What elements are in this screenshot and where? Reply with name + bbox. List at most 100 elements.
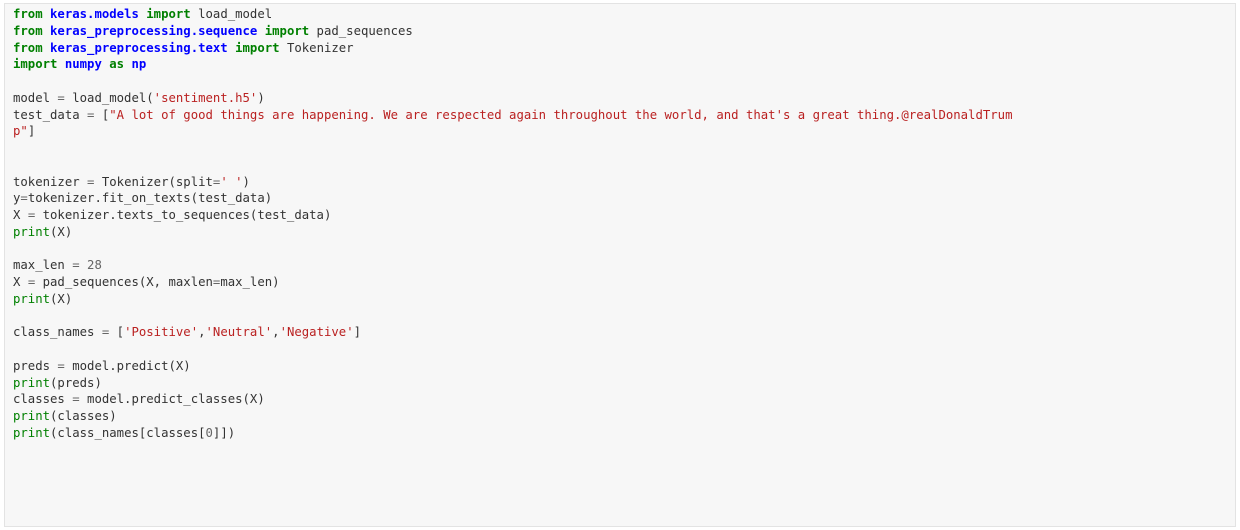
code-token: print: [13, 224, 51, 239]
code-token: X: [13, 208, 28, 222]
code-token: pad_sequences(X, maxlen: [35, 275, 213, 289]
code-token: =: [20, 191, 28, 206]
code-token: max_len): [220, 275, 280, 289]
code-token: (X): [50, 224, 73, 239]
code-cell[interactable]: from keras.models import load_model from …: [4, 3, 1236, 527]
code-token: 'Neutral': [205, 325, 273, 340]
code-line: X = tokenizer.texts_to_sequences(test_da…: [13, 207, 1235, 224]
code-line: tokenizer = Tokenizer(split=' '): [13, 174, 1235, 191]
code-line: ​: [13, 157, 1235, 174]
code-token: print: [13, 425, 51, 440]
code-token: numpy: [64, 57, 102, 72]
code-token: 'Positive': [124, 325, 199, 340]
code-token: pad_sequences: [309, 23, 413, 38]
code-line: ​: [13, 140, 1235, 157]
code-token: (preds): [50, 375, 102, 390]
code-token: ): [242, 174, 250, 189]
code-token: import: [146, 7, 191, 21]
code-token: (class_names[classes[: [50, 425, 206, 440]
code-line: print(classes): [13, 408, 1235, 425]
code-token: model.predict(X): [64, 358, 191, 373]
code-line: classes = model.predict_classes(X): [13, 391, 1235, 408]
code-line: print(X): [13, 224, 1235, 241]
code-token: =: [57, 90, 65, 105]
code-token: 0: [205, 425, 213, 440]
code-token: model.predict_classes(X): [79, 392, 265, 407]
code-token: preds: [13, 358, 58, 373]
code-token: =: [57, 358, 65, 373]
code-line: import numpy as np: [13, 56, 1235, 73]
code-token: classes: [13, 392, 73, 407]
code-token: print: [13, 409, 51, 423]
code-token: max_len: [13, 258, 73, 273]
code-token: ,: [272, 325, 280, 340]
code-line: print(preds): [13, 375, 1235, 392]
code-token: class_names: [13, 325, 102, 340]
code-line: X = pad_sequences(X, maxlen=max_len): [13, 274, 1235, 291]
code-token: import: [264, 23, 310, 38]
code-token: as: [109, 57, 125, 72]
code-token: (X): [50, 291, 73, 306]
code-line: from keras_preprocessing.sequence import…: [13, 23, 1235, 40]
code-token: import: [13, 57, 58, 72]
code-line: test_data = ["A lot of good things are h…: [13, 107, 1235, 124]
code-line: print(X): [13, 291, 1235, 308]
code-token: "A lot of good things are happening. We …: [109, 107, 1013, 122]
code-token: p": [13, 124, 28, 139]
code-line: preds = model.predict(X): [13, 358, 1235, 375]
code-line: from keras.models import load_model: [13, 6, 1235, 23]
code-token: ): [257, 90, 265, 105]
code-token: ]: [353, 325, 362, 340]
code-token: ' ': [220, 174, 243, 189]
code-token: print: [13, 375, 51, 390]
code-token: ]: [27, 124, 36, 139]
code-line: class_names = ['Positive','Neutral','Neg…: [13, 324, 1235, 341]
code-token: tokenizer: [13, 174, 88, 189]
code-line: max_len = 28: [13, 257, 1235, 274]
code-token: 28: [87, 258, 102, 273]
code-token: tokenizer.texts_to_sequences(test_data): [35, 208, 332, 222]
code-line: ​: [13, 308, 1235, 325]
code-line: from keras_preprocessing.text import Tok…: [13, 40, 1235, 57]
code-token: =: [72, 258, 80, 273]
code-token: print: [13, 291, 51, 306]
code-token: ,: [198, 325, 206, 340]
code-token: [: [94, 107, 110, 122]
code-line: p"]: [13, 123, 1235, 140]
code-line: ​: [13, 241, 1235, 258]
code-token: keras_preprocessing.sequence: [50, 23, 258, 38]
code-token: import: [235, 40, 280, 55]
code-line: ​: [13, 341, 1235, 358]
code-line: y=tokenizer.fit_on_texts(test_data): [13, 190, 1235, 207]
code-line: ​: [13, 73, 1235, 90]
code-token: from: [13, 23, 43, 38]
code-token: np: [131, 57, 147, 72]
code-token: load_model: [190, 7, 273, 21]
code-token: keras_preprocessing.text: [50, 40, 228, 55]
code-token: model: [13, 90, 58, 105]
code-line: model = load_model('sentiment.h5'): [13, 90, 1235, 107]
code-token: Tokenizer: [279, 40, 354, 55]
code-token: [: [109, 325, 125, 340]
code-line: print(class_names[classes[0]]): [13, 425, 1235, 442]
code-token: from: [13, 40, 43, 55]
code-token: (classes): [50, 409, 117, 423]
code-token: X: [13, 275, 28, 289]
code-token: load_model(: [64, 90, 154, 105]
code-token: 'Negative': [279, 325, 354, 340]
code-token: tokenizer.fit_on_texts(test_data): [27, 191, 273, 206]
code-token: ]]): [212, 425, 236, 440]
code-editor[interactable]: from keras.models import load_model from …: [5, 4, 1235, 442]
code-token: Tokenizer(split: [94, 174, 213, 189]
code-token: from: [13, 7, 43, 21]
code-token: 'sentiment.h5': [153, 90, 258, 105]
code-token: test_data: [13, 107, 88, 122]
code-token: =: [72, 392, 80, 407]
